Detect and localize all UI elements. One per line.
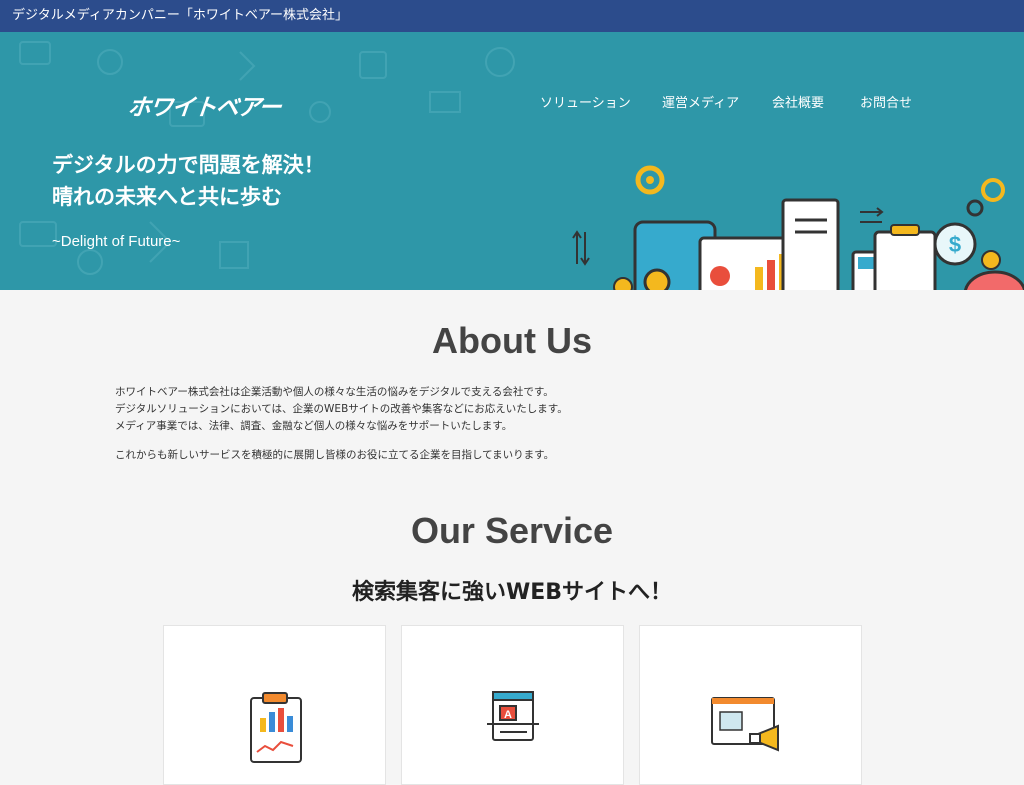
service-title: Our Service xyxy=(410,510,614,551)
about-line-2: デジタルソリューションにおいては、企業のWEBサイトの改善や集客などにお応えいた… xyxy=(115,403,568,415)
service-subtitle: 検索集客に強いWEBサイトへ！ xyxy=(351,580,673,605)
service-cards: A xyxy=(163,625,862,785)
nav-company[interactable]: 会社概要 xyxy=(772,92,824,111)
nav-solutions[interactable]: ソリューション xyxy=(540,92,631,111)
hero-subtitle: ~Delight of Future~ xyxy=(52,233,181,250)
hero-title-line1: デジタルの力で問題を解決！ xyxy=(52,153,325,177)
clipboard-chart-icon xyxy=(249,692,302,763)
site-header: ホワイトベアー ソリューション 運営メディア 会社概要 お問合せ xyxy=(0,32,1024,121)
svg-text:A: A xyxy=(504,709,512,721)
about-title: About Us xyxy=(432,320,592,361)
site-logo[interactable]: ホワイトベアー xyxy=(126,88,281,121)
megaphone-ad-icon xyxy=(710,697,779,752)
gear-icon xyxy=(635,165,665,195)
hero-title-line2: 晴れの未来へと共に歩む xyxy=(52,185,282,209)
hero-title: デジタルの力で問題を解決！ 晴れの未来へと共に歩む xyxy=(52,149,325,213)
about-line-3: メディア事業では、法律、調査、金融など個人の様々な悩みをサポートいたします。 xyxy=(115,420,513,432)
hero-banner: ホワイトベアー ソリューション 運営メディア 会社概要 お問合せ デジタルの力で… xyxy=(0,32,1024,290)
service-card-seo[interactable] xyxy=(163,625,386,785)
logo-text: ホワイトベアー xyxy=(126,95,282,121)
gear-icon xyxy=(966,178,1005,217)
service-card-design[interactable]: A xyxy=(401,625,624,785)
service-card-ads[interactable] xyxy=(639,625,862,785)
finance-illustration: $ xyxy=(572,165,1024,290)
about-body: ホワイトベアー株式会社は企業活動や個人の様々な生活の悩みをデジタルで支える会社で… xyxy=(115,384,909,464)
nav-media[interactable]: 運営メディア xyxy=(662,92,739,111)
about-line-1: ホワイトベアー株式会社は企業活動や個人の様々な生活の悩みをデジタルで支える会社で… xyxy=(115,386,554,398)
about-line-4: これからも新しいサービスを積極的に展開し皆様のお役に立てる企業を目指してまいりま… xyxy=(115,449,555,461)
web-design-icon: A xyxy=(486,691,539,741)
svg-text:$: $ xyxy=(949,232,961,257)
about-section: About Us ホワイトベアー株式会社は企業活動や個人の様々な生活の悩みをデジ… xyxy=(0,290,1024,464)
service-section: Our Service 検索集客に強いWEBサイトへ！ xyxy=(0,510,1024,606)
top-bar-text: デジタルメディアカンパニー「ホワイトベアー株式会社」 xyxy=(12,8,349,23)
nav-contact[interactable]: お問合せ xyxy=(860,92,912,111)
hero-copy: デジタルの力で問題を解決！ 晴れの未来へと共に歩む ~Delight of Fu… xyxy=(52,149,325,250)
top-bar: デジタルメディアカンパニー「ホワイトベアー株式会社」 xyxy=(0,0,1024,32)
